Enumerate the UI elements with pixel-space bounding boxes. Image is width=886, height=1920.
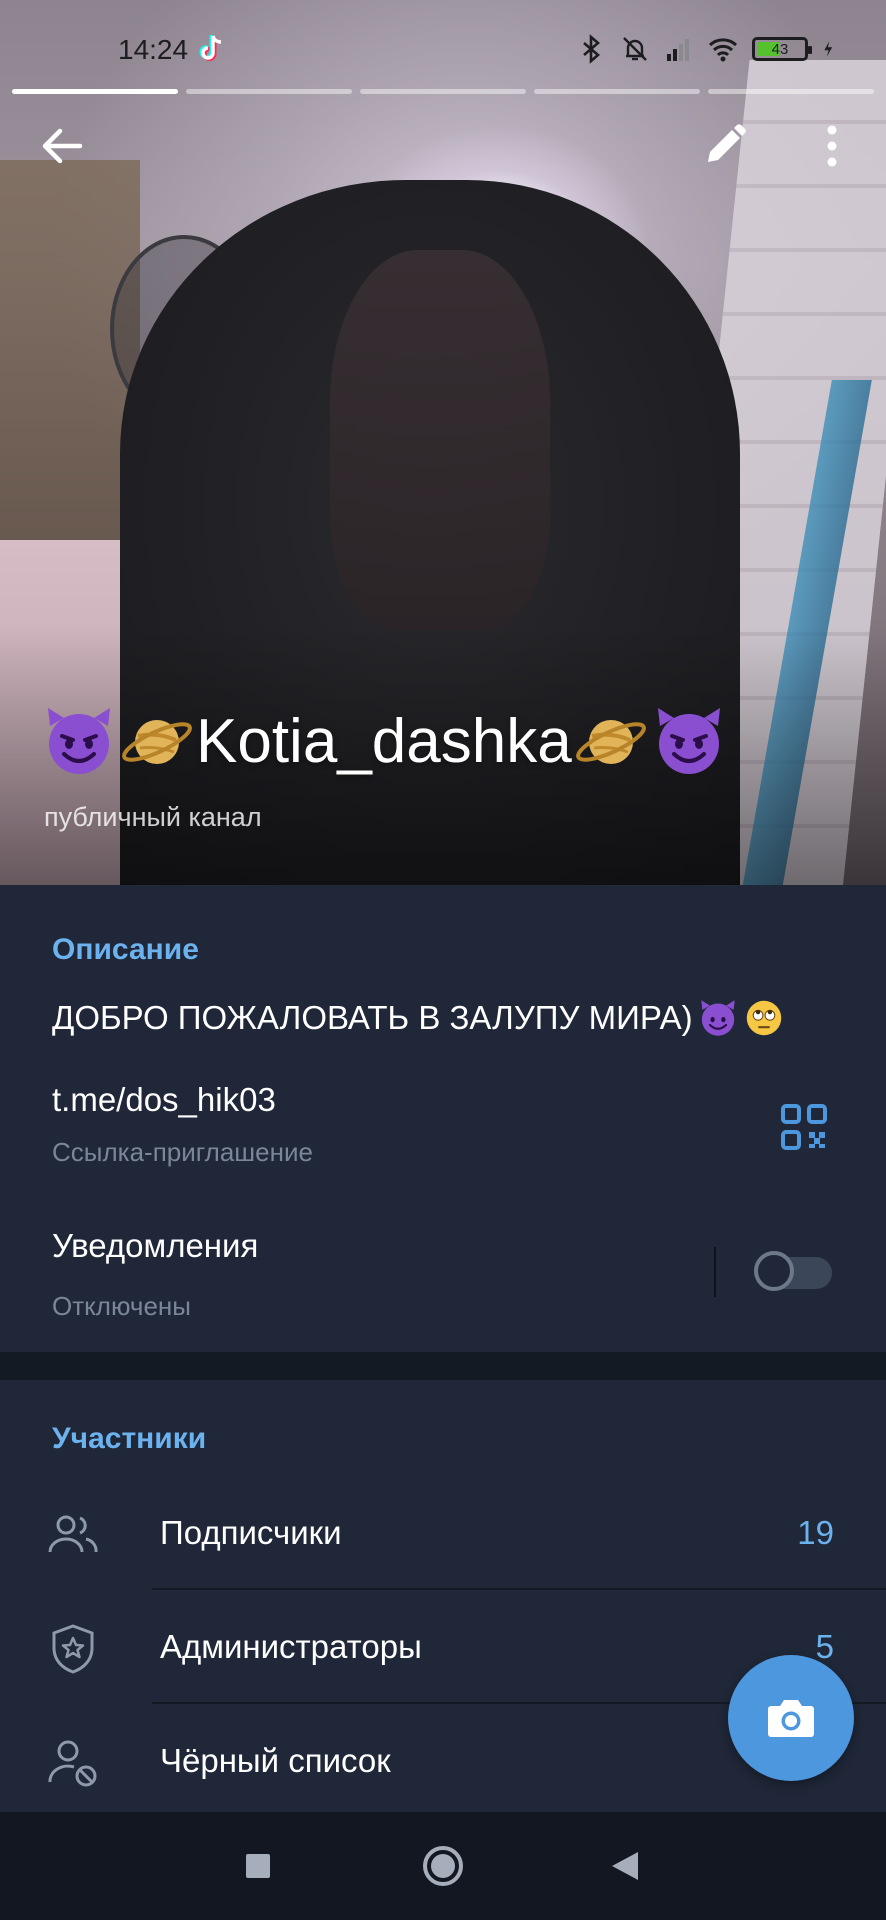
battery-icon: 43	[752, 37, 812, 61]
home-circle-icon[interactable]	[417, 1840, 469, 1892]
toggle-knob	[754, 1251, 794, 1291]
photo-arm	[330, 250, 550, 630]
notifications-divider	[714, 1247, 716, 1297]
status-bar: 14:24 43	[0, 0, 886, 90]
ringed-planet-emoji	[122, 720, 192, 764]
description-body: ДОБРО ПОЖАЛОВАТЬ В ЗАЛУПУ МИРА)	[52, 999, 693, 1036]
battery-level: 43	[771, 40, 789, 58]
story-segment[interactable]	[12, 89, 178, 94]
bluetooth-icon	[583, 34, 600, 64]
invite-link[interactable]: t.me/dos_hik03	[52, 1081, 276, 1119]
section-gap	[0, 1352, 886, 1380]
back-triangle-icon[interactable]	[600, 1840, 652, 1892]
channel-subtitle: публичный канал	[44, 802, 262, 832]
charging-icon	[824, 41, 833, 57]
mute-icon	[623, 37, 647, 61]
story-segment[interactable]	[534, 89, 700, 94]
system-nav-bar	[0, 1812, 886, 1920]
story-segment[interactable]	[186, 89, 352, 94]
invite-link-label: Ссылка-приглашение	[52, 1137, 313, 1167]
camera-fab-button[interactable]	[728, 1655, 854, 1781]
subscribers-icon	[48, 1515, 98, 1553]
story-progress	[12, 89, 874, 94]
row-count: 19	[797, 1514, 834, 1551]
notifications-toggle[interactable]	[754, 1251, 832, 1291]
back-arrow-icon[interactable]	[36, 120, 88, 172]
channel-title: Kotia_dashka	[40, 702, 728, 780]
row-label: Администраторы	[160, 1628, 422, 1665]
row-label: Чёрный список	[160, 1742, 391, 1779]
smiling-devil-emoji	[700, 1000, 735, 1036]
edit-pencil-icon[interactable]	[700, 120, 750, 170]
status-icons: 43	[576, 34, 840, 64]
row-label: Подписчики	[160, 1514, 342, 1551]
wifi-icon	[708, 38, 738, 62]
notifications-status: Отключены	[52, 1291, 191, 1321]
admin-shield-icon	[52, 1624, 94, 1674]
qr-code-icon[interactable]	[780, 1103, 828, 1151]
status-time: 14:24	[118, 34, 189, 65]
story-segment[interactable]	[708, 89, 874, 94]
smiling-devil-emoji	[48, 708, 110, 774]
description-header: Описание	[52, 933, 199, 966]
blocked-user-icon	[48, 1740, 97, 1787]
info-section: Описание ДОБРО ПОЖАЛОВАТЬ В ЗАЛУПУ МИРА)…	[0, 885, 886, 1352]
description-text: ДОБРО ПОЖАЛОВАТЬ В ЗАЛУПУ МИРА)	[52, 997, 785, 1039]
camera-icon	[768, 1700, 814, 1737]
story-segment[interactable]	[360, 89, 526, 94]
smiling-devil-emoji	[657, 708, 720, 774]
recents-square-icon[interactable]	[232, 1840, 284, 1892]
notifications-title[interactable]: Уведомления	[52, 1227, 258, 1265]
members-header: Участники	[52, 1422, 207, 1455]
eye-roll-emoji	[746, 1000, 781, 1036]
ringed-planet-emoji	[575, 720, 646, 764]
channel-name: Kotia_dashka	[196, 706, 572, 776]
signal-icon	[667, 39, 689, 61]
subscribers-row[interactable]: Подписчики 19	[0, 1476, 886, 1590]
more-vertical-icon[interactable]	[812, 120, 852, 172]
tiktok-icon	[199, 35, 222, 61]
